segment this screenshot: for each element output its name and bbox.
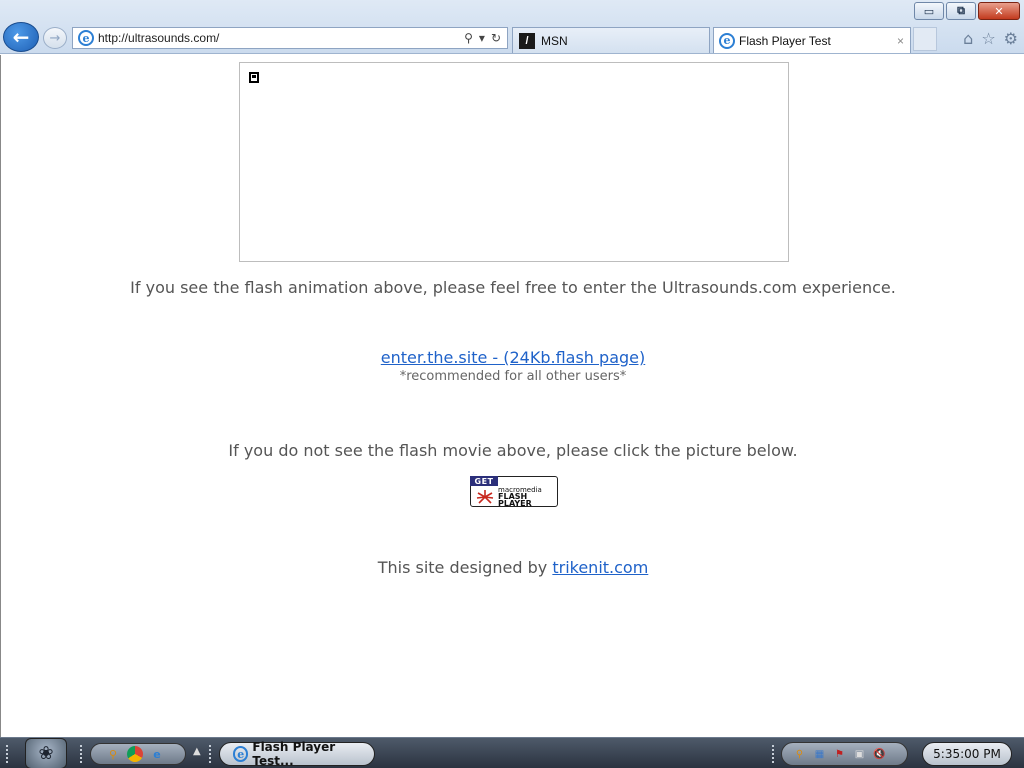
gear-icon[interactable]: ⚙ xyxy=(1004,29,1018,48)
start-orb-icon: ❀ xyxy=(38,743,54,764)
tab-flash-player-test[interactable]: e Flash Player Test × xyxy=(713,27,911,53)
refresh-icon[interactable]: ↻ xyxy=(491,31,501,45)
close-tab-icon[interactable]: × xyxy=(897,34,904,48)
url-text[interactable]: http://ultrasounds.com/ xyxy=(98,31,464,45)
flash-not-seen-message: If you do not see the flash movie above,… xyxy=(228,441,798,460)
ie-icon[interactable]: e xyxy=(149,746,165,762)
dropdown-arrow-icon[interactable]: ▾ xyxy=(479,31,485,45)
taskbar-grip[interactable] xyxy=(772,745,776,763)
display-icon[interactable]: ▣ xyxy=(852,747,867,762)
taskbar-button-flash-player-test[interactable]: e Flash Player Test... xyxy=(219,740,375,768)
taskbar-button-label: Flash Player Test... xyxy=(252,740,336,768)
get-flash-player-badge[interactable]: GET macromedia FLASH PLAYER xyxy=(470,476,558,508)
address-tools: ⚲ ▾ ↻ xyxy=(464,31,507,45)
quick-launch: ⚲ e xyxy=(90,743,186,765)
flash-player-label: FLASH PLAYER xyxy=(498,493,532,508)
search-icon[interactable]: ⚲ xyxy=(464,31,473,45)
page-content: If you see the flash animation above, pl… xyxy=(0,55,1024,737)
forward-arrow-icon: → xyxy=(49,30,61,46)
ie-page-icon: e xyxy=(78,30,94,46)
security-alert-icon[interactable]: ⚑ xyxy=(832,747,847,762)
address-bar[interactable]: e http://ultrasounds.com/ ⚲ ▾ ↻ xyxy=(72,27,508,49)
volume-muted-icon[interactable]: 🔇 xyxy=(872,747,887,762)
designed-by-text: This site designed by xyxy=(377,558,553,577)
tab-msn[interactable]: / MSN xyxy=(512,27,710,53)
favorites-star-icon[interactable]: ☆ xyxy=(981,29,995,48)
msn-icon: / xyxy=(519,32,535,49)
player-label: PLAYER xyxy=(498,499,532,508)
designed-by-line: This site designed by trikenit.com xyxy=(1,558,1024,577)
get-label: GET xyxy=(470,476,498,486)
search-icon[interactable]: ⚲ xyxy=(105,746,121,762)
chrome-icon[interactable] xyxy=(127,746,143,762)
taskbar-grip[interactable] xyxy=(80,745,84,763)
designer-link[interactable]: trikenit.com xyxy=(552,558,648,577)
system-tray: ⚲ ▦ ⚑ ▣ 🔇 xyxy=(781,742,908,766)
taskbar-grip[interactable] xyxy=(6,745,10,763)
minimize-button[interactable]: ▭ xyxy=(914,2,944,20)
taskbar: ❀ ⚲ e ▲ e Flash Player Test... ⚲ ▦ ⚑ ▣ 🔇… xyxy=(0,737,1024,768)
recommended-note: *recommended for all other users* xyxy=(399,369,627,384)
new-tab-button[interactable] xyxy=(913,27,937,51)
home-icon[interactable]: ⌂ xyxy=(963,29,973,48)
flash-animation-area[interactable] xyxy=(239,62,789,262)
window-controls: ▭ ⧉ ✕ xyxy=(914,2,1020,20)
back-button[interactable]: ← xyxy=(3,22,39,52)
missing-plugin-icon xyxy=(249,72,259,83)
back-arrow-icon: ← xyxy=(12,25,30,49)
taskbar-grip[interactable] xyxy=(209,745,213,763)
enter-site-link[interactable]: enter.the.site - (24Kb.flash page) xyxy=(381,348,645,367)
start-button[interactable]: ❀ xyxy=(25,738,67,768)
tab-label: Flash Player Test xyxy=(739,33,831,48)
restore-button[interactable]: ⧉ xyxy=(946,2,976,20)
forward-button[interactable]: → xyxy=(43,27,67,49)
browser-toolbar-icons: ⌂ ☆ ⚙ xyxy=(963,29,1018,48)
flash-seen-message: If you see the flash animation above, pl… xyxy=(130,278,896,297)
enter-site-container: enter.the.site - (24Kb.flash page) xyxy=(1,348,1024,367)
network-icon[interactable]: ▦ xyxy=(812,747,827,762)
browser-chrome: ▭ ⧉ ✕ ← → e http://ultrasounds.com/ ⚲ ▾ … xyxy=(0,0,1024,54)
flash-burst-icon xyxy=(476,490,494,504)
clock[interactable]: 5:35:00 PM xyxy=(922,742,1012,766)
search-tray-icon[interactable]: ⚲ xyxy=(792,747,807,762)
ie-tab-icon: e xyxy=(719,32,735,49)
ie-task-icon: e xyxy=(233,746,249,762)
close-button[interactable]: ✕ xyxy=(978,2,1020,20)
tab-label: MSN xyxy=(541,33,568,48)
quick-launch-expand-icon[interactable]: ▲ xyxy=(193,746,201,757)
